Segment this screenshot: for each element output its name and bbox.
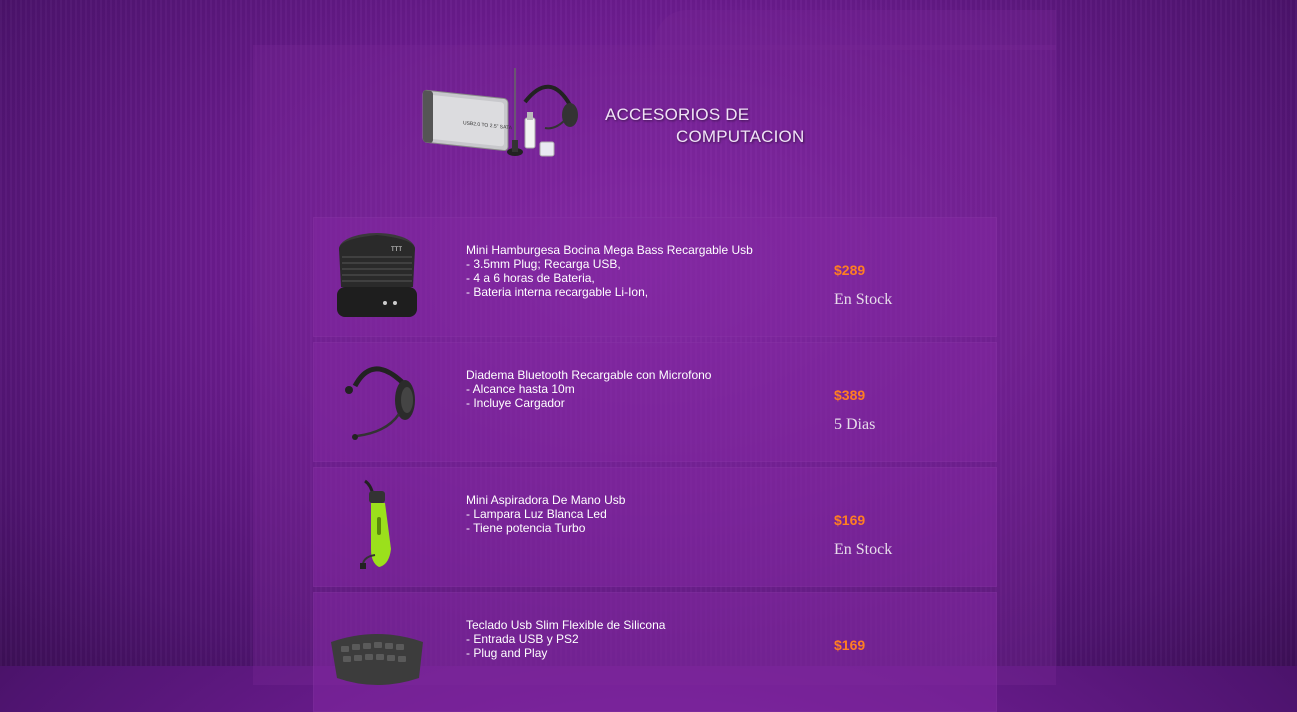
keyboard-image: [331, 634, 423, 685]
product-feature: - Bateria interna recargable Li-Ion,: [466, 285, 649, 299]
product-name: Diadema Bluetooth Recargable con Microfo…: [466, 368, 712, 382]
product-name: Teclado Usb Slim Flexible de Silicona: [466, 618, 666, 632]
product-price: $389: [834, 387, 866, 403]
product-feature: - Plug and Play: [466, 646, 548, 660]
availability-status: En Stock: [834, 291, 893, 308]
product-feature: - Entrada USB y PS2: [466, 632, 579, 646]
product-feature: - Incluye Cargador: [466, 396, 565, 410]
product-feature: - 4 a 6 horas de Bateria,: [466, 271, 595, 285]
product-feature: - Alcance hasta 10m: [466, 382, 575, 396]
vacuum-image: [360, 479, 391, 570]
product-description: Teclado Usb Slim Flexible de Silicona - …: [466, 618, 665, 660]
panel-tab: [655, 10, 1056, 50]
product-description: Mini Aspiradora De Mano Usb - Lampara Lu…: [466, 493, 625, 535]
product-name: Mini Hamburgesa Bocina Mega Bass Recarga…: [466, 243, 753, 257]
product-row[interactable]: Teclado Usb Slim Flexible de Silicona - …: [313, 592, 997, 712]
svg-text:TTT: TTT: [391, 247, 402, 253]
product-price: $169: [834, 637, 866, 653]
speaker-image: TTT: [337, 233, 417, 317]
product-description: Diadema Bluetooth Recargable con Microfo…: [466, 368, 711, 410]
product-feature: - Lampara Luz Blanca Led: [466, 507, 607, 521]
product-price: $169: [834, 512, 866, 528]
product-row[interactable]: Mini Aspiradora De Mano Usb - Lampara Lu…: [313, 467, 997, 587]
product-name: Mini Aspiradora De Mano Usb: [466, 493, 626, 507]
product-row[interactable]: TTT Mini Hamburgesa Bocina Mega Bass Rec…: [313, 217, 997, 337]
product-row[interactable]: Diadema Bluetooth Recargable con Microfo…: [313, 342, 997, 462]
product-feature: - 3.5mm Plug; Recarga USB,: [466, 257, 621, 271]
product-price: $289: [834, 262, 866, 278]
product-feature: - Tiene potencia Turbo: [466, 521, 586, 535]
availability-status: En Stock: [834, 541, 893, 558]
headset-image: [345, 366, 415, 440]
computer-accessories-image: USB2.0 TO 2.5" SATA: [422, 68, 578, 157]
banner-title: ACCESORIOS DE COMPUTACION: [605, 104, 804, 148]
banner-title-line1: ACCESORIOS DE: [605, 105, 750, 124]
availability-status: 5 Dias: [834, 416, 876, 433]
banner-title-line2: COMPUTACION: [676, 127, 805, 146]
product-description: Mini Hamburgesa Bocina Mega Bass Recarga…: [466, 243, 753, 299]
